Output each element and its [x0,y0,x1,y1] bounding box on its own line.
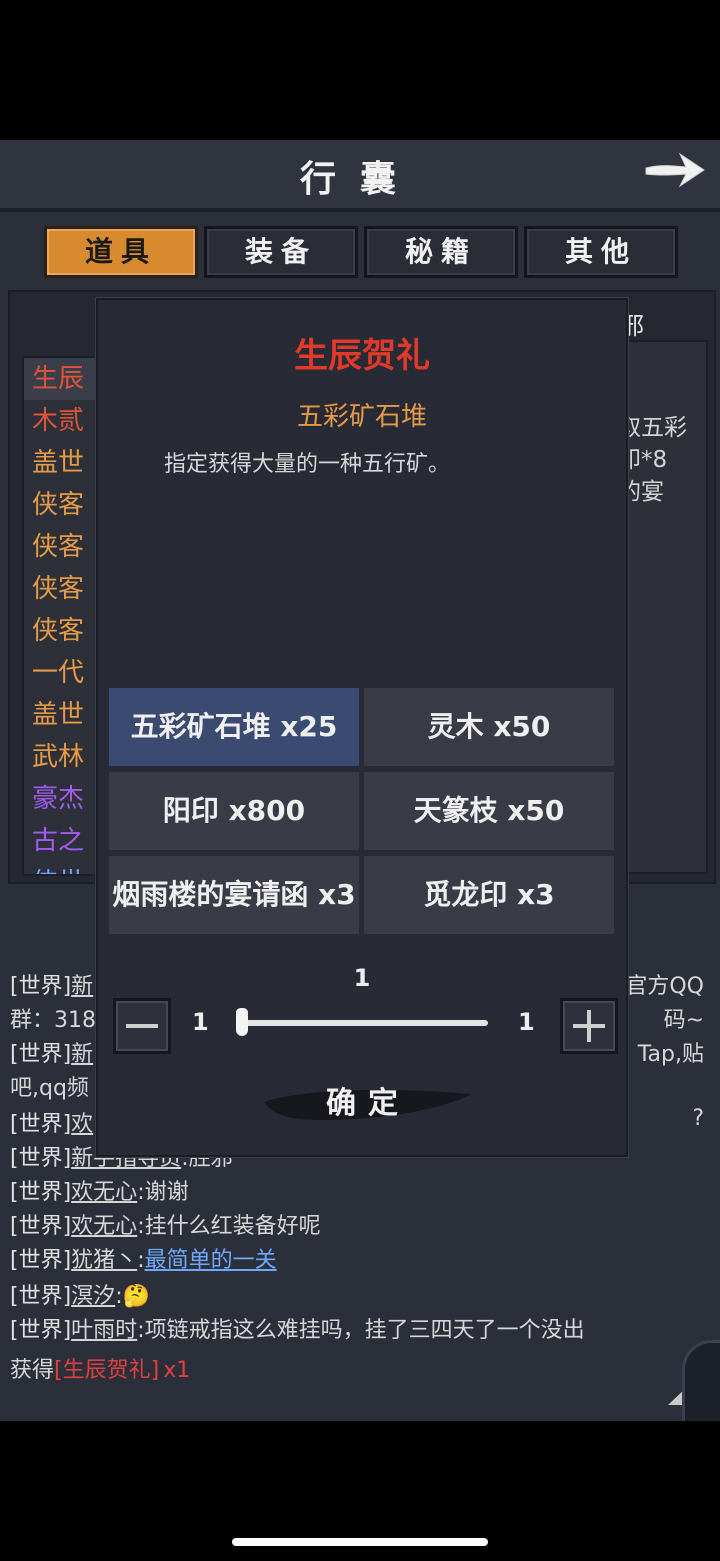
chat-message-tail: 官方QQ [625,974,704,999]
obtain-item: [生辰贺礼] [54,1358,160,1383]
item-description: 指定获得大量的一种五行矿。 [164,452,451,477]
chat-emoji: 🤔 [122,1284,151,1309]
detail-text: 印*8 [618,447,668,473]
chat-link[interactable]: 最简单的一关 [145,1248,277,1273]
plus-icon [573,1010,605,1042]
obtain-message: 获得[生辰贺礼] x1 [10,1352,190,1384]
minus-icon [126,1024,158,1028]
chat-username[interactable]: 欢无心 [71,1180,137,1205]
obtain-prefix: 获得 [10,1358,55,1383]
chat-username[interactable]: 溟汐 [71,1284,115,1309]
chat-channel: [世界] [10,974,72,999]
home-indicator[interactable] [232,1538,488,1546]
chat-message: [世界]叶雨时:项链戒指这么难挂吗，挂了三四天了一个没出 [10,1312,585,1344]
chat-channel: [世界] [10,1042,72,1067]
chat-message: [世界]新 [10,1036,93,1068]
chat-text: 吧,qq频 [10,1076,89,1101]
chat-message: [世界]欢 [10,1106,93,1138]
confirm-button[interactable]: 确定 [258,1076,478,1132]
quantity-max: 1 [518,1008,535,1036]
chat-text: :项链戒指这么难挂吗，挂了三四天了一个没出 [137,1318,585,1343]
quantity-slider[interactable] [238,1020,488,1026]
confirm-label: 确定 [326,1086,410,1121]
chat-text: :挂什么红装备好呢 [137,1214,321,1239]
slider-handle[interactable] [236,1008,248,1036]
chat-text: :谢谢 [137,1180,189,1205]
chat-text: 群：318 [10,1008,96,1033]
item-detail-column: 取五彩 印*8 的宴 [616,340,708,874]
side-menu-icon[interactable] [682,1340,720,1421]
obtain-count: x1 [163,1358,191,1383]
chat-channel: [世界] [10,1248,72,1273]
chat-channel: [世界] [10,1214,72,1239]
chat-message-tail: Tap,贴 [637,1042,704,1067]
tab-equipment[interactable]: 装备 [204,226,358,278]
option-button[interactable]: 灵木 x50 [364,688,614,766]
detail-text: 取五彩 [618,415,687,441]
tab-manuals[interactable]: 秘籍 [364,226,518,278]
chat-username[interactable]: 新 [71,974,93,999]
chat-channel: [世界] [10,1180,72,1205]
chat-text: : [115,1284,123,1309]
chat-channel: [世界] [10,1318,72,1343]
quantity-min: 1 [192,1008,209,1036]
chat-username[interactable]: 新 [71,1042,93,1067]
quantity-value: 1 [353,964,371,992]
page-title: 行囊 [299,158,420,200]
chat-channel: [世界] [10,1112,72,1137]
chat-username[interactable]: 叶雨时 [71,1318,137,1343]
chat-channel: [世界] [10,1146,72,1171]
tab-bar: 道具 装备 秘籍 其他 [44,226,680,278]
chat-message: [世界]犹猪丶:最简单的一关 [10,1242,277,1274]
minus-button[interactable] [113,998,171,1054]
chat-message-tail: 码~ [663,1008,704,1033]
chat-username[interactable]: 欢 [71,1112,93,1137]
option-button[interactable]: 天篆枝 x50 [364,772,614,850]
chat-message-tail: ? [692,1106,704,1131]
chat-username[interactable]: 欢无心 [71,1214,137,1239]
gift-choice-dialog: 生辰贺礼 五彩矿石堆 指定获得大量的一种五行矿。 五彩矿石堆 x25 灵木 x5… [96,298,628,1157]
plus-button[interactable] [560,998,618,1054]
detail-text: 的宴 [618,479,664,505]
option-button[interactable]: 觅龙印 x3 [364,856,614,934]
chat-message: 吧,qq频 [10,1070,89,1102]
dialog-title: 生辰贺礼 [294,336,430,376]
chat-message: [世界]欢无心:谢谢 [10,1174,189,1206]
tab-other[interactable]: 其他 [524,226,678,278]
option-button[interactable]: 烟雨楼的宴请函 x3 [109,856,359,934]
header-bar: 行囊 [0,140,720,212]
tab-items[interactable]: 道具 [44,226,198,278]
selected-item-name: 五彩矿石堆 [296,402,427,432]
chat-message: [世界]欢无心:挂什么红装备好呢 [10,1208,321,1240]
chat-message: [世界]新 [10,968,93,1000]
chat-message: 群：318 [10,1002,96,1034]
chat-text: : [137,1248,145,1273]
option-button[interactable]: 五彩矿石堆 x25 [109,688,359,766]
option-button[interactable]: 阳印 x800 [109,772,359,850]
chat-channel: [世界] [10,1284,72,1309]
right-arrow-icon[interactable] [642,148,706,192]
chat-username[interactable]: 犹猪丶 [71,1248,137,1273]
chat-message: [世界]溟汐:🤔 [10,1278,150,1310]
